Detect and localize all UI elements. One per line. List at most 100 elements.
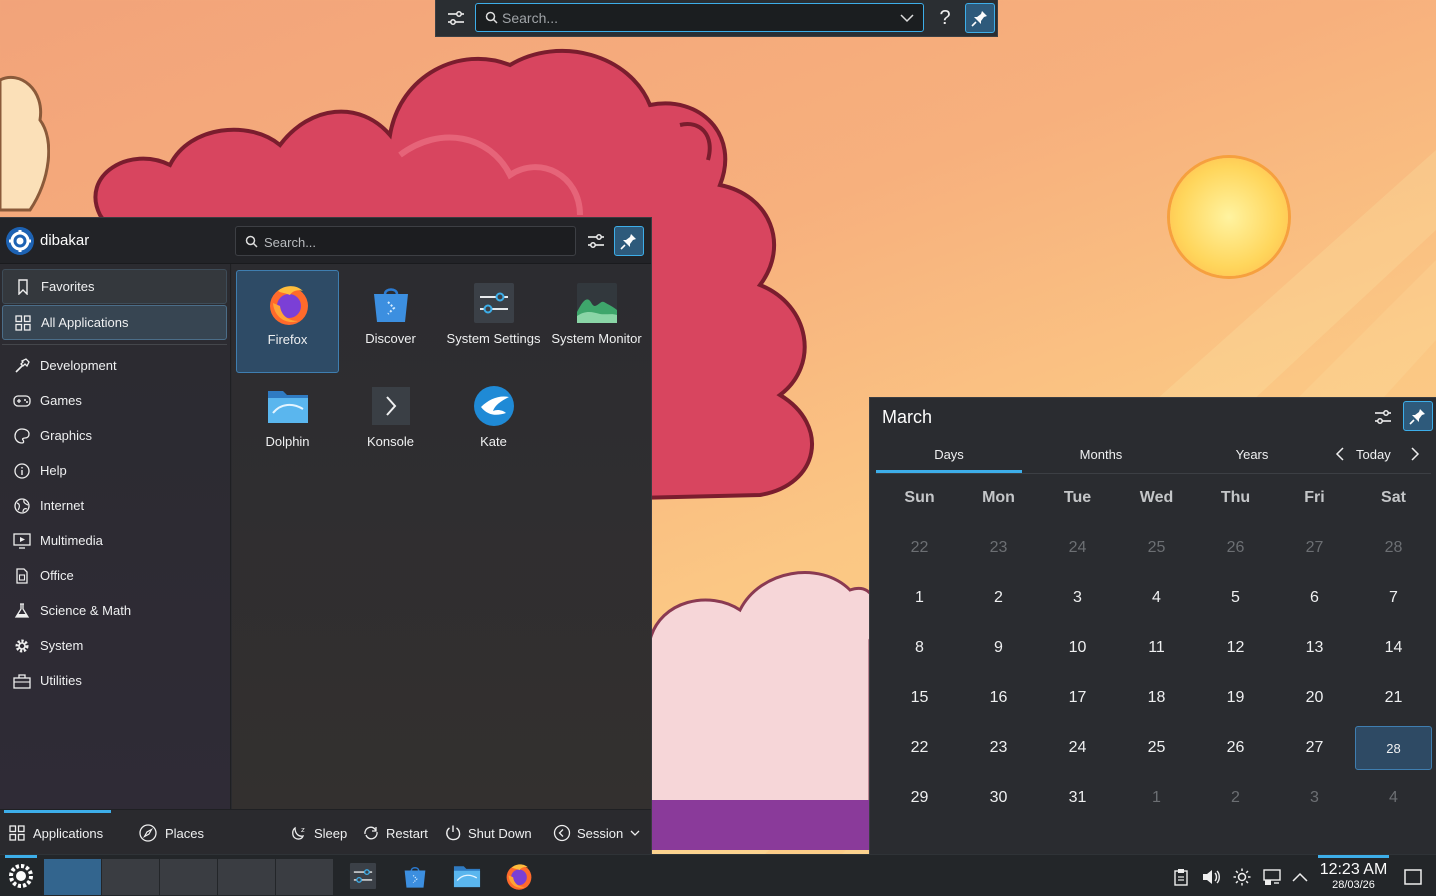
calendar-day[interactable]: 29 [881,776,958,820]
calendar-day[interactable]: 5 [1197,576,1274,620]
calendar-day[interactable]: 16 [960,676,1037,720]
calendar-day[interactable]: 26 [1197,526,1274,570]
configure-icon[interactable] [1371,405,1395,429]
chevron-down-icon[interactable] [899,11,915,30]
calendar-day[interactable]: 15 [881,676,958,720]
calendar-day[interactable]: 1 [881,576,958,620]
digital-clock[interactable]: 12:23 AM 28/03/26 [1318,855,1389,896]
calendar-day[interactable]: 7 [1355,576,1432,620]
app-discover[interactable]: Discover [339,270,442,373]
calendar-day-today[interactable]: 28 [1355,726,1432,770]
show-desktop-icon[interactable] [1402,866,1424,888]
virtual-desktop-4[interactable] [218,859,275,895]
pin-button[interactable] [965,3,995,33]
help-button[interactable]: ? [933,5,957,31]
sidebar-item-utilities[interactable]: Utilities [2,663,227,698]
calendar-day[interactable]: 22 [881,726,958,770]
calendar-day[interactable]: 18 [1118,676,1195,720]
today-button[interactable]: Today [1356,447,1391,462]
chevron-left-icon[interactable] [1333,445,1347,468]
sidebar-item-favorites[interactable]: Favorites [2,269,227,304]
calendar-day[interactable]: 4 [1355,776,1432,820]
calendar-day[interactable]: 24 [1039,526,1116,570]
task-system-settings[interactable] [343,858,383,894]
app-system-monitor[interactable]: System Monitor [545,270,648,373]
calendar-day[interactable]: 24 [1039,726,1116,770]
network-icon[interactable] [1262,867,1282,887]
tab-places[interactable]: Places [139,810,219,856]
calendar-day[interactable]: 8 [881,626,958,670]
application-launcher-button[interactable] [0,855,42,896]
calendar-day[interactable]: 25 [1118,526,1195,570]
virtual-desktop-2[interactable] [102,859,159,895]
sidebar-item-development[interactable]: Development [2,348,227,383]
calendar-day[interactable]: 14 [1355,626,1432,670]
pin-button[interactable] [614,226,644,256]
sidebar-item-science-math[interactable]: Science & Math [2,593,227,628]
calendar-day[interactable]: 9 [960,626,1037,670]
calendar-day[interactable]: 10 [1039,626,1116,670]
brightness-icon[interactable] [1232,867,1252,887]
tab-days[interactable]: Days [876,441,1022,473]
sidebar-item-office[interactable]: Office [2,558,227,593]
calendar-day[interactable]: 20 [1276,676,1353,720]
app-kate[interactable]: Kate [442,373,545,476]
calendar-day[interactable]: 2 [960,576,1037,620]
sidebar-item-all-applications[interactable]: All Applications [2,305,227,340]
sidebar-item-system[interactable]: System [2,628,227,663]
task-dolphin[interactable] [447,858,487,894]
calendar-day[interactable]: 17 [1039,676,1116,720]
chevron-up-icon[interactable] [1290,867,1310,887]
calendar-day[interactable]: 23 [960,726,1037,770]
tab-years[interactable]: Years [1179,441,1325,473]
configure-icon[interactable] [584,229,608,253]
calendar-day[interactable]: 11 [1118,626,1195,670]
app-firefox[interactable]: Firefox [236,270,339,373]
sidebar-item-internet[interactable]: Internet [2,488,227,523]
chevron-right-icon[interactable] [1408,445,1422,468]
app-dolphin[interactable]: Dolphin [236,373,339,476]
volume-icon[interactable] [1201,867,1221,887]
calendar-day[interactable]: 27 [1276,726,1353,770]
calendar-day[interactable]: 21 [1355,676,1432,720]
pin-button[interactable] [1403,401,1433,431]
calendar-day[interactable]: 2 [1197,776,1274,820]
task-firefox[interactable] [499,858,539,894]
calendar-day[interactable]: 3 [1276,776,1353,820]
sidebar-item-help[interactable]: Help [2,453,227,488]
calendar-day[interactable]: 28 [1355,526,1432,570]
calendar-day[interactable]: 22 [881,526,958,570]
app-konsole[interactable]: Konsole [339,373,442,476]
clipboard-icon[interactable] [1171,867,1191,887]
calendar-day[interactable]: 19 [1197,676,1274,720]
configure-icon[interactable] [444,6,468,30]
task-discover[interactable] [395,858,435,894]
krunner-search-input[interactable] [502,7,882,29]
calendar-day[interactable]: 31 [1039,776,1116,820]
avatar[interactable] [6,227,34,255]
calendar-day[interactable]: 25 [1118,726,1195,770]
calendar-day[interactable]: 3 [1039,576,1116,620]
calendar-day[interactable]: 26 [1197,726,1274,770]
calendar-day[interactable]: 27 [1276,526,1353,570]
sidebar-item-games[interactable]: Games [2,383,227,418]
shut-down-button[interactable]: Shut Down [444,822,532,844]
sleep-button[interactable]: z Sleep [290,822,347,844]
calendar-day[interactable]: 12 [1197,626,1274,670]
tab-months[interactable]: Months [1028,441,1174,473]
calendar-day[interactable]: 1 [1118,776,1195,820]
virtual-desktop-1[interactable] [44,859,101,895]
calendar-day[interactable]: 13 [1276,626,1353,670]
app-system-settings[interactable]: System Settings [442,270,545,373]
tab-applications[interactable]: Applications [4,810,111,856]
krunner-search-field[interactable] [475,3,924,32]
launcher-search-input[interactable] [264,232,564,252]
launcher-search-field[interactable] [235,226,576,256]
calendar-day[interactable]: 6 [1276,576,1353,620]
calendar-day[interactable]: 4 [1118,576,1195,620]
sidebar-item-graphics[interactable]: Graphics [2,418,227,453]
sidebar-item-multimedia[interactable]: Multimedia [2,523,227,558]
restart-button[interactable]: Restart [362,822,428,844]
virtual-desktop-5[interactable] [276,859,333,895]
calendar-day[interactable]: 30 [960,776,1037,820]
